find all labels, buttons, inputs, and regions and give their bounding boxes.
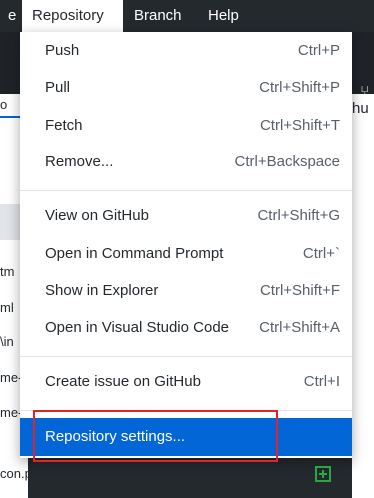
menu-item-view-on-github[interactable]: View on GitHub Ctrl+Shift+G (20, 197, 352, 235)
highlight-box (33, 410, 278, 462)
diff-pane: hu (352, 94, 374, 498)
menu-item-label: Create issue on GitHub (45, 373, 201, 390)
menu-item-show-in-explorer[interactable]: Show in Explorer Ctrl+Shift+F (20, 272, 352, 310)
diff-tab-label[interactable]: hu (352, 100, 369, 117)
menu-item-shortcut: Ctrl+Shift+F (259, 282, 340, 299)
menu-item-push[interactable]: Push Ctrl+P (20, 32, 352, 70)
file-row[interactable]: con.png (0, 466, 28, 481)
menu-item-shortcut: Ctrl+Shift+A (259, 319, 340, 336)
menu-item-label: Open in Visual Studio Code (45, 319, 230, 336)
menu-item-label: Fetch (45, 117, 83, 134)
menu-item-shortcut: Ctrl+Shift+G (257, 207, 340, 224)
menu-item-shortcut: Ctrl+` (302, 245, 340, 262)
menu-item-shortcut: Ctrl+Backspace (234, 153, 340, 170)
menu-repository[interactable]: Repository (22, 0, 123, 32)
menu-bar: e Repository Branch Help (0, 0, 374, 32)
menu-item-label: Show in Explorer (45, 282, 159, 299)
menu-item-shortcut: Ctrl+Shift+P (259, 79, 340, 96)
menu-item-label: Pull (45, 79, 71, 96)
menu-item-label: Push (45, 42, 80, 59)
menu-item-shortcut: Ctrl+I (303, 373, 340, 390)
plus-icon[interactable] (315, 466, 331, 482)
menu-item-shortcut: Ctrl+Shift+T (259, 117, 340, 134)
menu-item-label: Open in Command Prompt (45, 245, 224, 262)
repository-menu: Push Ctrl+P Pull Ctrl+Shift+P Fetch Ctrl… (20, 32, 352, 458)
menu-item-remove[interactable]: Remove... Ctrl+Backspace (20, 143, 352, 181)
menu-left-partial[interactable]: e (0, 0, 22, 32)
menu-help[interactable]: Help (198, 0, 253, 32)
menu-item-open-command-prompt[interactable]: Open in Command Prompt Ctrl+` (20, 235, 352, 273)
menu-item-label: View on GitHub (45, 207, 149, 224)
menu-branch[interactable]: Branch (124, 0, 196, 32)
menu-separator (20, 356, 352, 357)
menu-item-create-issue[interactable]: Create issue on GitHub Ctrl+I (20, 363, 352, 401)
menu-item-open-vscode[interactable]: Open in Visual Studio Code Ctrl+Shift+A (20, 309, 352, 347)
menu-item-shortcut: Ctrl+P (297, 42, 340, 59)
menu-item-pull[interactable]: Pull Ctrl+Shift+P (20, 69, 352, 107)
menu-separator (20, 190, 352, 191)
menu-item-fetch[interactable]: Fetch Ctrl+Shift+T (20, 107, 352, 145)
menu-item-label: Remove... (45, 153, 114, 170)
